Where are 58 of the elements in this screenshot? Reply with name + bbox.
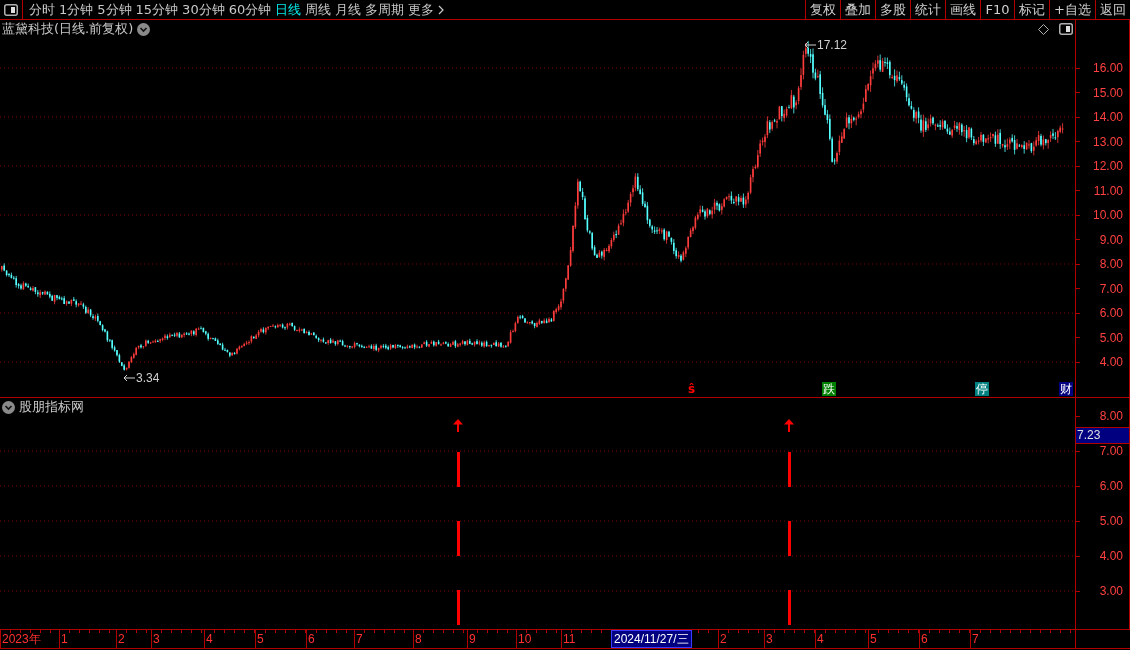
up-arrow-icon bbox=[453, 419, 463, 432]
period-tab[interactable]: 60分钟 bbox=[226, 0, 274, 19]
time-axis-label: 6 bbox=[919, 630, 970, 648]
time-axis-label: 3 bbox=[764, 630, 815, 648]
indicator-axis-label: 6.00 bbox=[1099, 479, 1123, 493]
price-axis-label: 8.00 bbox=[1099, 257, 1123, 271]
price-axis-label: 10.00 bbox=[1092, 208, 1123, 222]
more-menu-button[interactable]: 更多 bbox=[406, 0, 447, 19]
indicator-axis-label: 7.00 bbox=[1099, 444, 1123, 458]
time-axis-label: 8 bbox=[413, 630, 467, 648]
price-axis-label: 16.00 bbox=[1092, 61, 1123, 75]
signal-marker[interactable]: ŝ bbox=[687, 382, 697, 396]
diamond-icon bbox=[1038, 23, 1049, 35]
low-price-label: 3.34 bbox=[136, 371, 160, 385]
price-axis-label: 5.00 bbox=[1099, 330, 1123, 345]
indicator-axis-label: 4.00 bbox=[1099, 549, 1123, 563]
toggle-icon bbox=[4, 3, 18, 16]
indicator-axis-label: 5.00 bbox=[1099, 514, 1123, 528]
chevron-down-circle-icon[interactable] bbox=[137, 22, 151, 36]
up-arrow-icon bbox=[784, 419, 794, 432]
time-axis-label: 5 bbox=[255, 630, 306, 648]
event-badge[interactable]: 跌 bbox=[822, 382, 836, 396]
chevron-right-icon bbox=[438, 4, 445, 15]
price-axis-label: 12.00 bbox=[1092, 159, 1123, 173]
chevron-down-circle-icon[interactable] bbox=[2, 400, 15, 414]
price-axis-label: 14.00 bbox=[1092, 110, 1123, 124]
period-tab[interactable]: 1分钟 bbox=[57, 0, 96, 19]
time-axis-label: 4 bbox=[815, 630, 868, 648]
period-tab[interactable]: 月线 bbox=[333, 0, 364, 19]
price-axis-label: 6.00 bbox=[1099, 306, 1123, 320]
time-axis-label: 4 bbox=[204, 630, 255, 648]
chart-title: 蓝黛科技(日线.前复权) bbox=[2, 21, 134, 37]
period-tab[interactable]: 5分钟 bbox=[95, 0, 134, 19]
time-axis-label: 5 bbox=[868, 630, 919, 648]
price-axis-label: 4.00 bbox=[1099, 355, 1123, 369]
indicator-axis-label: 3.00 bbox=[1099, 584, 1123, 598]
panel-toggle-button[interactable] bbox=[1059, 23, 1073, 35]
cursor-date-label: 2024/11/27/三 bbox=[611, 630, 692, 648]
diamond-button[interactable] bbox=[1038, 23, 1049, 35]
pointer-arrow-icon bbox=[123, 374, 135, 382]
event-badge[interactable]: 停 bbox=[975, 382, 989, 396]
price-axis-label: 7.00 bbox=[1099, 281, 1123, 296]
period-tab[interactable]: 15分钟 bbox=[133, 0, 181, 19]
price-axis-label: 13.00 bbox=[1092, 134, 1123, 149]
toggle-icon bbox=[1059, 23, 1073, 35]
period-tab[interactable]: 周线 bbox=[303, 0, 334, 19]
event-badge[interactable]: 财 bbox=[1059, 382, 1073, 396]
price-axis-label: 9.00 bbox=[1099, 232, 1123, 247]
period-tab[interactable]: 日线 bbox=[273, 0, 304, 19]
time-axis-label: 3 bbox=[151, 630, 204, 648]
indicator-axis-label: 8.00 bbox=[1099, 409, 1123, 423]
price-axis-label: 11.00 bbox=[1093, 183, 1123, 198]
price-axis-label: 15.00 bbox=[1092, 85, 1123, 100]
cursor-value-label: 7.23 bbox=[1076, 427, 1129, 444]
period-tab[interactable]: 分时 bbox=[27, 0, 57, 19]
period-tab[interactable]: 多周期 bbox=[363, 0, 407, 19]
indicator-title: 股朋指标网 bbox=[19, 399, 84, 415]
period-tab[interactable]: 30分钟 bbox=[180, 0, 227, 19]
